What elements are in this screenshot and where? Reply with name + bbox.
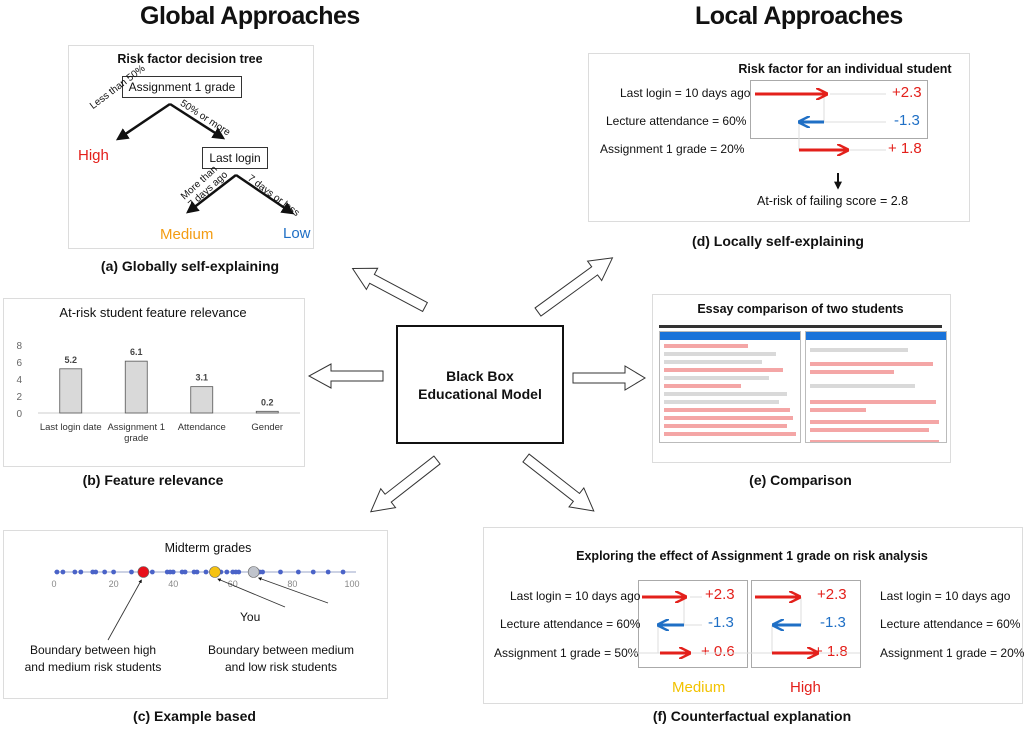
panel-f-arrows bbox=[630, 0, 860, 730]
f-outcome-medium: Medium bbox=[672, 679, 726, 696]
f-outcome-high: High bbox=[790, 679, 821, 696]
panel-f-caption: (f) Counterfactual explanation bbox=[652, 708, 852, 724]
